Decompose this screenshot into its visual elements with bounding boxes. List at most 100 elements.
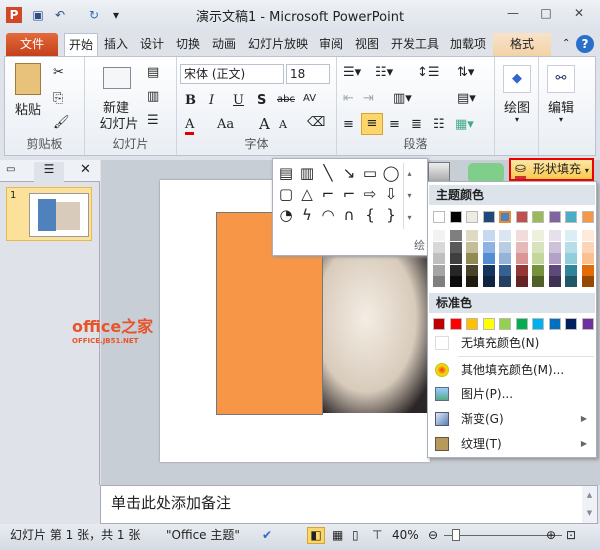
tab-file[interactable]: 文件: [6, 33, 58, 56]
standard-color-swatch[interactable]: [433, 318, 445, 330]
tab-addins[interactable]: 加载项: [446, 33, 490, 56]
theme-tint-swatch[interactable]: [532, 241, 544, 253]
shadow-button[interactable]: S: [257, 93, 266, 108]
minimize-icon[interactable]: —: [500, 6, 526, 24]
tab-slideshow[interactable]: 幻灯片放映: [244, 33, 312, 56]
shape-option[interactable]: ▤: [277, 163, 298, 184]
shape-option[interactable]: ϟ: [298, 205, 319, 226]
theme-tint-swatch[interactable]: [515, 264, 528, 276]
theme-tint-swatch[interactable]: [548, 276, 561, 288]
theme-tint-swatch[interactable]: [565, 276, 577, 288]
theme-color-swatch[interactable]: [433, 211, 445, 223]
quick-styles-icon[interactable]: [468, 163, 504, 183]
theme-tint-swatch[interactable]: [515, 253, 528, 265]
new-slide-icon[interactable]: [103, 67, 131, 89]
smartart-icon[interactable]: ▦▾: [455, 117, 474, 132]
theme-color-swatch[interactable]: [548, 211, 561, 223]
underline-button[interactable]: U: [233, 93, 244, 108]
shape-option[interactable]: ▢: [277, 184, 298, 205]
theme-tint-swatch[interactable]: [565, 264, 577, 276]
line-spacing-icon[interactable]: ↕☰: [417, 65, 440, 80]
decrease-indent-icon[interactable]: ⇤: [343, 91, 354, 106]
slideshow-icon[interactable]: ⊤: [372, 524, 382, 546]
theme-color-swatch[interactable]: [482, 211, 495, 223]
theme-tint-swatch[interactable]: [548, 230, 561, 241]
shape-option[interactable]: △: [298, 184, 319, 205]
tab-insert[interactable]: 插入: [100, 33, 132, 56]
maximize-icon[interactable]: □: [533, 6, 559, 24]
font-size-select[interactable]: 18: [286, 64, 330, 84]
theme-tint-swatch[interactable]: [581, 241, 594, 253]
theme-tint-swatch[interactable]: [449, 264, 462, 276]
shape-option[interactable]: ╲: [319, 163, 340, 184]
theme-tint-swatch[interactable]: [482, 253, 495, 265]
gradient-item[interactable]: 渐变(G) ▶: [429, 407, 595, 431]
bullets-icon[interactable]: ☰▾: [343, 65, 361, 80]
shrink-font-button[interactable]: A: [279, 118, 287, 131]
shape-option[interactable]: ⌐: [340, 184, 361, 205]
help-icon[interactable]: ?: [576, 35, 594, 53]
shape-option[interactable]: ⇩: [382, 184, 403, 205]
theme-tint-swatch[interactable]: [532, 230, 544, 241]
theme-tint-swatch[interactable]: [433, 253, 445, 265]
standard-color-swatch[interactable]: [548, 318, 561, 330]
shape-option[interactable]: {: [361, 205, 382, 226]
theme-tint-swatch[interactable]: [433, 276, 445, 288]
distribute-icon[interactable]: ☷: [433, 117, 445, 132]
close-icon[interactable]: ✕: [566, 6, 592, 24]
theme-tint-swatch[interactable]: [482, 276, 495, 288]
theme-color-swatch[interactable]: [449, 211, 462, 223]
new-slide-dropdown[interactable]: 幻灯片: [91, 113, 147, 132]
theme-tint-swatch[interactable]: [433, 230, 445, 241]
section-icon[interactable]: ☰: [147, 113, 159, 128]
zoom-level[interactable]: 40%: [392, 524, 419, 546]
normal-view-icon[interactable]: ◧: [307, 527, 325, 544]
shape-option[interactable]: ∩: [340, 205, 361, 226]
shape-option[interactable]: ⇨: [361, 184, 382, 205]
no-fill-item[interactable]: 无填充颜色(N): [429, 331, 595, 355]
clear-format-icon[interactable]: ⌫: [307, 115, 325, 130]
theme-tint-swatch[interactable]: [581, 276, 594, 288]
theme-tint-swatch[interactable]: [449, 230, 462, 241]
standard-color-swatch[interactable]: [532, 318, 544, 330]
theme-tint-swatch[interactable]: [515, 241, 528, 253]
theme-tint-swatch[interactable]: [499, 264, 511, 276]
theme-tint-swatch[interactable]: [499, 241, 511, 253]
strikethrough-button[interactable]: abc: [277, 94, 295, 105]
grow-font-button[interactable]: A: [259, 115, 270, 133]
align-center-icon[interactable]: ≡: [361, 113, 383, 135]
theme-color-swatch[interactable]: [466, 211, 478, 223]
theme-tint-swatch[interactable]: [581, 230, 594, 241]
shape-option[interactable]: ▭: [361, 163, 382, 184]
drawing-icon[interactable]: ◆: [503, 65, 531, 93]
minimize-ribbon-icon[interactable]: ⌃: [558, 33, 574, 56]
paste-button[interactable]: 粘贴: [13, 99, 43, 118]
theme-tint-swatch[interactable]: [499, 253, 511, 265]
gallery-scroll[interactable]: ▴ ▾ ▾: [403, 163, 415, 229]
justify-icon[interactable]: ≣: [411, 117, 422, 132]
align-right-icon[interactable]: ≡: [389, 117, 400, 132]
theme-tint-swatch[interactable]: [499, 276, 511, 288]
standard-color-swatch[interactable]: [449, 318, 462, 330]
cat-picture[interactable]: [323, 255, 430, 413]
italic-button[interactable]: I: [209, 93, 214, 108]
theme-tint-swatch[interactable]: [449, 276, 462, 288]
standard-color-swatch[interactable]: [466, 318, 478, 330]
notes-pane[interactable]: 单击此处添加备注 ▲ ▼: [100, 485, 598, 524]
texture-item[interactable]: 纹理(T) ▶: [429, 432, 595, 456]
font-color-button[interactable]: A: [185, 117, 195, 135]
theme-color-swatch[interactable]: [565, 211, 577, 223]
theme-tint-swatch[interactable]: [466, 264, 478, 276]
tab-format[interactable]: 格式: [493, 33, 551, 56]
notes-scrollbar[interactable]: ▲ ▼: [582, 486, 597, 523]
theme-tint-swatch[interactable]: [532, 276, 544, 288]
shape-option[interactable]: ↘: [340, 163, 361, 184]
theme-tint-swatch[interactable]: [466, 241, 478, 253]
standard-color-swatch[interactable]: [515, 318, 528, 330]
shape-option[interactable]: }: [382, 205, 403, 226]
zoom-slider[interactable]: [444, 535, 562, 536]
tab-developer[interactable]: 开发工具: [387, 33, 443, 56]
find-icon[interactable]: ⚯: [547, 65, 575, 93]
numbering-icon[interactable]: ☷▾: [375, 65, 393, 80]
char-spacing-button[interactable]: AV: [303, 93, 316, 104]
